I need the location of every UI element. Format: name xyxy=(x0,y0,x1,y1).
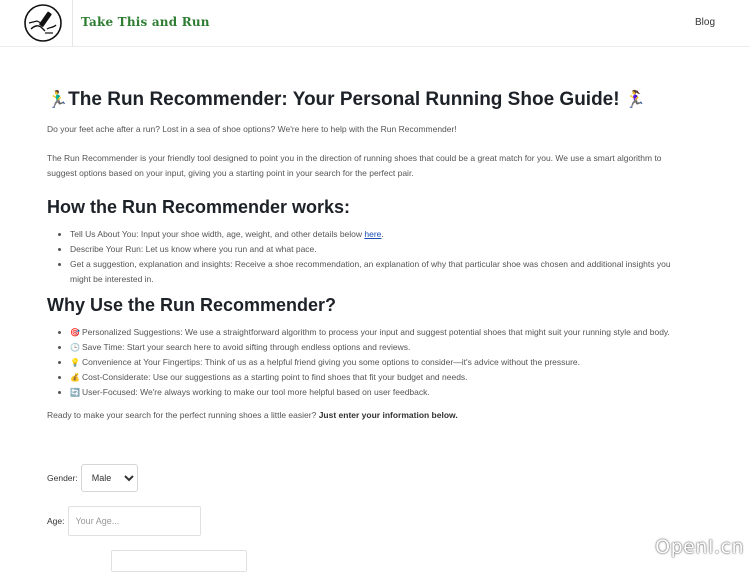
age-field: Age: xyxy=(47,506,201,536)
list-item: 🔄User-Focused: We're always working to m… xyxy=(70,385,692,400)
page-title-text: The Run Recommender: Your Personal Runni… xyxy=(68,89,620,110)
list-item-text: Convenience at Your Fingertips: Think of… xyxy=(81,357,581,367)
lightbulb-icon: 💡 xyxy=(70,358,80,367)
runner-woman-icon: 🏃‍♀️ xyxy=(624,90,646,110)
cta-text: Ready to make your search for the perfec… xyxy=(47,408,692,423)
intro-paragraph-1: Do your feet ache after a run? Lost in a… xyxy=(47,124,457,134)
how-list: Tell Us About You: Input your shoe width… xyxy=(47,227,692,287)
how-heading: How the Run Recommender works: xyxy=(47,197,351,217)
intro-paragraph-2: The Run Recommender is your friendly too… xyxy=(47,153,662,178)
gender-select[interactable]: Male xyxy=(80,464,138,492)
list-item: Get a suggestion, explanation and insigh… xyxy=(70,257,692,287)
list-item: 🕒Save Time: Start your search here to av… xyxy=(70,340,692,355)
list-item-text: Save Time: Start your search here to avo… xyxy=(81,342,411,352)
target-icon: 🎯 xyxy=(70,328,80,337)
cta-text-bold: Just enter your information below. xyxy=(318,410,458,420)
watermark: OpenI.cn xyxy=(655,536,744,558)
logo-icon xyxy=(24,4,62,42)
list-item: 🎯Personalized Suggestions: We use a stra… xyxy=(70,325,692,340)
list-item-text: Tell Us About You: Input your shoe width… xyxy=(70,229,365,239)
gender-label: Gender: xyxy=(47,473,78,483)
page-title: 🏃‍♂️ The Run Recommender: Your Personal … xyxy=(47,86,692,114)
nav-blog-link[interactable]: Blog xyxy=(695,17,715,28)
list-item-text: Cost-Considerate: Use our suggestions as… xyxy=(81,372,468,382)
list-item: Tell Us About You: Input your shoe width… xyxy=(70,227,692,242)
why-heading: Why Use the Run Recommender? xyxy=(47,295,337,315)
clock-icon: 🕒 xyxy=(70,343,80,352)
list-item: 💡Convenience at Your Fingertips: Think o… xyxy=(70,355,692,370)
age-label: Age: xyxy=(47,516,65,526)
logo[interactable] xyxy=(0,0,73,46)
money-bag-icon: 💰 xyxy=(70,373,80,382)
age-input[interactable] xyxy=(67,506,201,536)
next-field-input[interactable] xyxy=(111,550,247,572)
why-list: 🎯Personalized Suggestions: We use a stra… xyxy=(47,325,692,400)
list-item-text: User-Focused: We're always working to ma… xyxy=(81,387,430,397)
list-item-end: . xyxy=(381,229,384,239)
runner-man-icon: 🏃‍♂️ xyxy=(47,90,69,110)
gender-field: Gender: Male xyxy=(47,464,138,492)
brand-name[interactable]: Take This and Run xyxy=(81,15,210,29)
list-item-text: Personalized Suggestions: We use a strai… xyxy=(81,327,670,337)
refresh-icon: 🔄 xyxy=(70,388,80,397)
list-item: Describe Your Run: Let us know where you… xyxy=(70,242,692,257)
list-item: 💰Cost-Considerate: Use our suggestions a… xyxy=(70,370,692,385)
main-content: 🏃‍♂️ The Run Recommender: Your Personal … xyxy=(47,86,692,423)
cta-text-plain: Ready to make your search for the perfec… xyxy=(47,410,319,420)
here-link[interactable]: here xyxy=(364,229,381,239)
site-header: Take This and Run Blog xyxy=(0,0,750,47)
